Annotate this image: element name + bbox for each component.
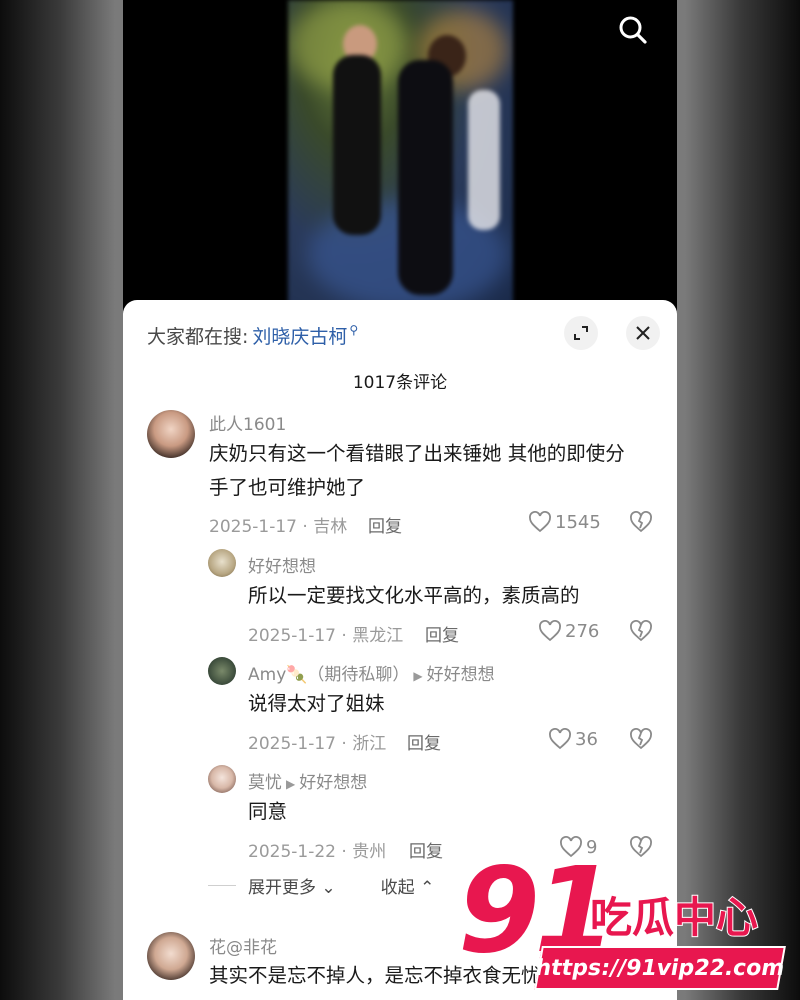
close-icon [636,326,650,340]
reply-text: 同意 [248,800,288,823]
reply-meta: 2025-1-17 · 黑龙江 [248,626,404,646]
video-player[interactable] [288,0,513,305]
reply-button[interactable]: 回复 [409,837,443,862]
search-button[interactable] [613,10,653,50]
reply-meta: 2025-1-22 · 贵州 [248,842,387,862]
expand-icon [574,326,588,340]
thread-controls: 展开更多 ⌄ 收起 ⌃ [208,873,434,898]
reply-author[interactable]: Amy🍡（期待私聊） [248,665,409,685]
comment-username[interactable]: 此人1601 [209,410,286,435]
reply-text: 说得太对了姐妹 [248,692,385,715]
avatar[interactable] [147,932,195,980]
reply-username[interactable]: 好好想想 [248,552,316,577]
reply-arrow-icon: ▶ [286,777,296,791]
like-count: 1545 [555,511,601,533]
hot-search-prefix: 大家都在搜: [147,325,249,348]
like-button[interactable]: 1545 [528,511,601,533]
dislike-button[interactable] [629,728,653,754]
search-small-icon: ⚲ [349,323,359,337]
heart-icon [549,728,571,750]
broken-heart-icon [630,511,652,533]
watermark-name: 吃瓜中心 [589,892,759,943]
reply-username[interactable]: 莫忧 ▶ 好好想想 [248,768,367,793]
collapse-label: 收起 [380,878,415,898]
reply-meta: 2025-1-17 · 浙江 [248,734,387,754]
comment-meta: 2025-1-17 · 吉林 [209,517,348,537]
reply-target[interactable]: 好好想想 [299,773,367,793]
dislike-button[interactable] [629,511,653,537]
watermark-logo: 91 吃瓜中心 https://91vip22.com [456,848,798,1000]
like-count: 276 [565,620,600,642]
dislike-button[interactable] [629,620,653,646]
reply-username[interactable]: Amy🍡（期待私聊） ▶ 好好想想 [248,660,495,685]
avatar[interactable] [208,657,236,685]
like-count: 36 [575,728,598,750]
broken-heart-icon [630,728,652,750]
avatar[interactable] [208,549,236,577]
search-icon [619,16,647,44]
hot-search-bar[interactable]: 大家都在搜: 刘晓庆古柯 ⚲ [147,320,358,350]
reply-button[interactable]: 回复 [425,621,459,646]
reply-text: 所以一定要找文化水平高的，素质高的 [248,584,580,607]
comment-text: 手了也可维护她了 [209,476,366,499]
chevron-up-icon: ⌃ [420,878,435,898]
expand-more-button[interactable]: 展开更多 ⌄ [248,873,336,898]
reply-author[interactable]: 莫忧 [248,773,282,793]
divider [208,885,236,886]
close-button[interactable] [626,316,660,350]
reply-target[interactable]: 好好想想 [427,665,495,685]
hot-search-term[interactable]: 刘晓庆古柯 [252,322,347,349]
comment-username[interactable]: 花@非花 [209,933,277,958]
avatar[interactable] [147,410,195,458]
broken-heart-icon [630,620,652,642]
collapse-button[interactable]: 收起 ⌃ [381,873,435,898]
heart-icon [529,511,551,533]
comment-text: 庆奶只有这一个看错眼了出来锤她 其他的即使分 [209,442,625,465]
like-button[interactable]: 36 [548,728,598,750]
avatar[interactable] [208,765,236,793]
reply-button[interactable]: 回复 [407,729,441,754]
expand-sheet-button[interactable] [564,316,598,350]
reply-button[interactable]: 回复 [368,512,402,537]
comment-count: 1017条评论 [352,373,448,393]
chevron-down-icon: ⌄ [321,878,336,898]
reply-arrow-icon: ▶ [413,669,423,683]
heart-icon [539,620,561,642]
like-button[interactable]: 276 [538,620,599,642]
watermark-url: https://91vip22.com [533,946,787,990]
expand-more-label: 展开更多 [248,878,316,898]
